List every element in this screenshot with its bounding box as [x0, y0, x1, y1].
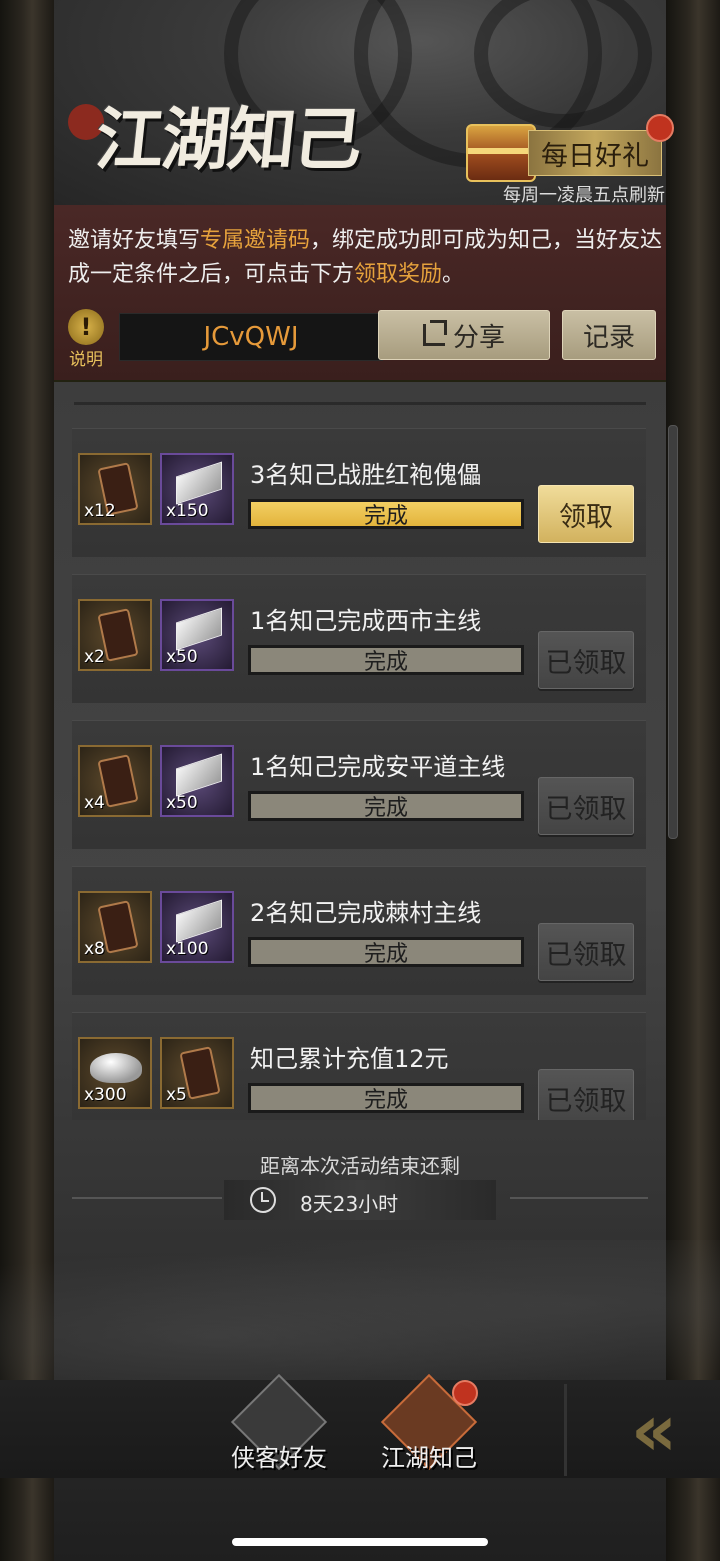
reward-quantity: x12 [84, 501, 116, 521]
invite-code-highlight: 专属邀请码 [200, 228, 311, 253]
share-label: 分享 [452, 322, 505, 353]
daily-gift-button[interactable]: 每日好礼 [466, 114, 674, 182]
ingot-icon [176, 461, 222, 505]
reward-item[interactable]: x50 [160, 745, 234, 817]
reward-item[interactable]: x50 [160, 599, 234, 671]
reward-item[interactable]: x5 [160, 1037, 234, 1109]
refresh-note: 每周一凌晨五点刷新 [503, 185, 665, 206]
claimed-button[interactable]: 已领取 [538, 923, 634, 981]
task-progress-bar: 完成 [248, 499, 524, 529]
claimed-button[interactable]: 已领取 [538, 777, 634, 835]
clock-icon [250, 1187, 276, 1213]
task-title: 知己累计充值12元 [250, 1045, 449, 1073]
task-title: 2名知己完成棘村主线 [250, 899, 482, 927]
info-label: 说明 [69, 350, 103, 370]
task-row: x8 x100 2名知己完成棘村主线完成 已领取 [72, 866, 646, 995]
daily-gift-label: 每日好礼 [528, 130, 662, 176]
tab-label: 江湖知己 [381, 1444, 477, 1472]
task-row: x4 x50 1名知己完成安平道主线 完成 已领取 [72, 720, 646, 849]
home-indicator[interactable] [232, 1538, 488, 1546]
reward-quantity: x300 [84, 1085, 127, 1105]
task-title: 1名知己完成西市主线 [250, 607, 482, 635]
countdown-value: 8天23小时 [300, 1192, 399, 1216]
silver-icon [90, 1053, 142, 1083]
reward-quantity: x150 [166, 501, 209, 521]
invite-text-part: 。 [442, 262, 465, 287]
divider [72, 1197, 222, 1199]
reward-item[interactable]: x150 [160, 453, 234, 525]
reward-quantity: x50 [166, 647, 198, 667]
ingot-icon [176, 899, 222, 943]
task-progress-bar: 完成 [248, 645, 524, 675]
task-progress-bar: 完成 [248, 1083, 524, 1113]
page-title: 江湖知己 [91, 100, 365, 180]
collapse-button[interactable]: « [564, 1384, 720, 1476]
divider [74, 402, 646, 405]
task-row: x300 x5 知己累计充值12元完成 已领取 [72, 1012, 646, 1120]
exclamation-icon: ! [68, 309, 104, 345]
reward-quantity: x50 [166, 793, 198, 813]
reward-item[interactable]: x2 [78, 599, 152, 671]
tab-jianghu-zhiji[interactable]: 江湖知己 [364, 1373, 494, 1476]
claimed-button[interactable]: 已领取 [538, 631, 634, 689]
claim-reward-highlight: 领取奖励 [354, 262, 443, 287]
task-row: x12 x150 3名知己战胜红袍傀儡完成 领取 [72, 428, 646, 557]
info-button[interactable]: ! 说明 [62, 309, 110, 370]
claimed-button[interactable]: 已领取 [538, 1069, 634, 1120]
task-progress-bar: 完成 [248, 937, 524, 967]
scrollbar[interactable] [668, 425, 678, 839]
task-row: x2 x50 1名知己完成西市主线完成 已领取 [72, 574, 646, 703]
countdown-bar: 8天23小时 [224, 1180, 496, 1220]
fog-decoration [0, 1240, 720, 1400]
share-icon [422, 320, 447, 346]
reward-quantity: x8 [84, 939, 105, 959]
tab-hero-friends[interactable]: 侠客好友 [214, 1373, 344, 1476]
share-button[interactable]: 分享 [378, 310, 550, 360]
treasure-chest-icon [466, 124, 536, 182]
task-title: 3名知己战胜红袍傀儡 [250, 461, 482, 489]
invite-description: 邀请好友填写专属邀请码，绑定成功即可成为知己，当好友达成一定条件之后，可点击下方… [68, 224, 668, 292]
reward-quantity: x100 [166, 939, 209, 959]
record-button[interactable]: 记录 [562, 310, 656, 360]
notification-dot [452, 1380, 478, 1406]
double-chevron-left-icon: « [630, 1388, 677, 1472]
reward-item[interactable]: x4 [78, 745, 152, 817]
reward-item[interactable]: x100 [160, 891, 234, 963]
divider [510, 1197, 648, 1199]
ingot-icon [176, 607, 222, 651]
task-title: 1名知己完成安平道主线 [250, 753, 506, 781]
reward-item[interactable]: x12 [78, 453, 152, 525]
invite-text-part: 邀请好友填写 [68, 228, 201, 253]
task-list[interactable]: x12 x150 3名知己战胜红袍傀儡 完成 领取 x2 x50 1名知己完成西市主线 完成 已领… [72, 428, 646, 1120]
invite-code-field[interactable]: JCvQWJ [119, 313, 383, 361]
ingot-icon [176, 753, 222, 797]
reward-quantity: x5 [166, 1085, 187, 1105]
reward-quantity: x2 [84, 647, 105, 667]
countdown-label: 距离本次活动结束还剩 [260, 1154, 460, 1178]
tab-label: 侠客好友 [231, 1444, 327, 1472]
task-progress-bar: 完成 [248, 791, 524, 821]
reward-item[interactable]: x300 [78, 1037, 152, 1109]
notification-dot [646, 114, 674, 142]
claim-button[interactable]: 领取 [538, 485, 634, 543]
reward-item[interactable]: x8 [78, 891, 152, 963]
reward-quantity: x4 [84, 793, 105, 813]
